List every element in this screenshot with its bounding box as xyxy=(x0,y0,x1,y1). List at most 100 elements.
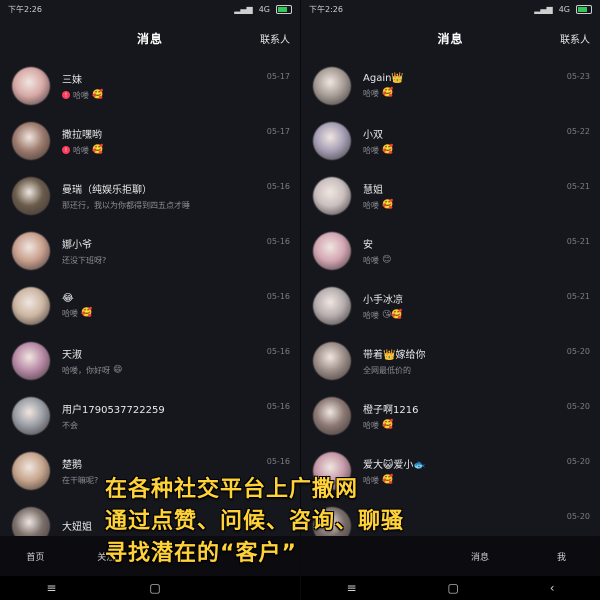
chat-name: 楚鹅 xyxy=(62,459,82,471)
caption-line: 通过点赞、问候、咨询、聊骚 xyxy=(105,509,405,534)
chat-name: 撒拉嘿哟 xyxy=(62,129,102,141)
chat-row[interactable]: 撒拉嘿哟 ! 哈喽 🥰 05-17 xyxy=(0,113,300,168)
chat-row[interactable]: Again👑 哈喽 🥰 05-23 xyxy=(301,58,600,113)
chat-preview: 还没下班呀? xyxy=(62,255,107,265)
chat-time: 05-21 xyxy=(566,237,590,246)
chat-time: 05-23 xyxy=(566,72,590,81)
chat-preview: 哈喽 xyxy=(363,200,379,210)
menu-icon[interactable]: ≡ xyxy=(346,581,356,595)
avatar xyxy=(313,396,351,435)
chat-time: 05-21 xyxy=(566,292,590,301)
nav-home[interactable]: 首页 xyxy=(26,550,44,563)
avatar xyxy=(12,176,50,215)
home-icon[interactable]: ▢ xyxy=(149,581,160,595)
contacts-link[interactable]: 联系人 xyxy=(560,31,590,46)
chat-time: 05-16 xyxy=(266,347,290,356)
chat-time: 05-21 xyxy=(566,182,590,191)
back-icon[interactable]: ‹ xyxy=(550,581,555,595)
chat-row[interactable]: 安 哈喽 😊 05-21 xyxy=(301,223,600,278)
status-bar: 下午2:26 ▂▄▆ 4G xyxy=(301,0,600,18)
chat-name: 小手冰凉 xyxy=(363,294,403,306)
chat-name: 爱大😺爱小🐟 xyxy=(363,459,426,471)
signal-icon: ▂▄▆ xyxy=(234,4,253,14)
unread-dot-icon: ! xyxy=(62,146,70,154)
chat-row[interactable]: 带着👑嫁给你 全网最低价的 05-20 xyxy=(301,333,600,388)
chat-row[interactable]: 小手冰凉 哈喽 😘🥰 05-21 xyxy=(301,278,600,333)
chat-preview: 哈喽 xyxy=(363,420,379,430)
header: 消息 联系人 xyxy=(301,18,600,58)
emoji-icon: 🥰 xyxy=(382,88,394,98)
emoji-icon: 😘🥰 xyxy=(382,310,403,320)
chat-name: 大妞姐 xyxy=(62,522,92,533)
unread-dot-icon: ! xyxy=(62,91,70,99)
header: 消息 联系人 xyxy=(0,18,300,58)
avatar xyxy=(12,66,50,105)
chat-time: 05-22 xyxy=(566,127,590,136)
chat-time: 05-16 xyxy=(266,292,290,301)
home-icon[interactable]: ▢ xyxy=(447,581,458,595)
chat-preview: 哈喽，你好呀 xyxy=(62,365,110,375)
emoji-icon: 🥰 xyxy=(382,200,394,210)
avatar xyxy=(313,231,351,270)
chat-name: 三妹 xyxy=(62,74,82,86)
chat-preview: 全网最低价的 xyxy=(363,365,411,375)
chat-row[interactable]: 用户1790537722259 不会 05-16 xyxy=(0,388,300,443)
caption-line: 寻找潜在的“客户” xyxy=(105,541,297,566)
chat-name: 安 xyxy=(363,239,373,251)
avatar xyxy=(313,66,351,105)
chat-preview: 哈喽 xyxy=(62,308,78,318)
chat-time: 05-17 xyxy=(266,72,290,81)
system-nav: ≡ ▢ ‹ xyxy=(301,576,600,600)
chat-preview: 不会 xyxy=(62,420,78,430)
chat-preview: 在干嘛呢? xyxy=(62,475,99,485)
avatar xyxy=(12,231,50,270)
chat-time: 05-16 xyxy=(266,182,290,191)
chat-row[interactable]: 曼瑞（纯娱乐拒聊） 那还行，我以为你都得到四五点才睡 05-16 xyxy=(0,168,300,223)
chat-row[interactable]: 天淑 哈喽，你好呀 😄 05-16 xyxy=(0,333,300,388)
network-label: 4G xyxy=(258,4,270,14)
chat-preview: 哈喽 xyxy=(73,145,89,155)
page-title: 消息 xyxy=(136,31,163,46)
battery-icon xyxy=(576,4,592,14)
chat-row[interactable]: 三妹 ! 哈喽 🥰 05-17 xyxy=(0,58,300,113)
page-title: 消息 xyxy=(437,31,464,46)
caption-line: 在各种社交平台上广撒网 xyxy=(105,477,359,502)
avatar xyxy=(313,121,351,160)
chat-row[interactable]: 娜小爷 还没下班呀? 05-16 xyxy=(0,223,300,278)
chat-time: 05-16 xyxy=(266,457,290,466)
battery-icon xyxy=(276,4,292,14)
chat-time: 05-16 xyxy=(266,237,290,246)
chat-name: 带着👑嫁给你 xyxy=(363,349,426,361)
caption-overlay: 在各种社交平台上广撒网 通过点赞、问候、咨询、聊骚 寻找潜在的“客户” xyxy=(105,474,575,570)
emoji-icon: 😊 xyxy=(382,255,392,265)
chat-row[interactable]: 橙子啊1216 哈喽 🥰 05-20 xyxy=(301,388,600,443)
chat-row[interactable]: 慧姐 哈喽 🥰 05-21 xyxy=(301,168,600,223)
chat-time: 05-20 xyxy=(566,457,590,466)
chat-row[interactable]: 😂 哈喽 🥰 05-16 xyxy=(0,278,300,333)
menu-icon[interactable]: ≡ xyxy=(46,581,56,595)
network-label: 4G xyxy=(558,4,570,14)
avatar xyxy=(313,176,351,215)
avatar xyxy=(12,451,50,490)
chat-preview: 哈喽 xyxy=(363,145,379,155)
avatar xyxy=(313,341,351,380)
chat-name: 娜小爷 xyxy=(62,239,92,251)
chat-preview: 哈喽 xyxy=(73,90,89,100)
chat-name: 😂 xyxy=(62,292,74,304)
system-nav: ≡ ▢ xyxy=(0,576,300,600)
chat-preview: 哈喽 xyxy=(363,88,379,98)
avatar xyxy=(12,121,50,160)
contacts-link[interactable]: 联系人 xyxy=(260,31,290,46)
emoji-icon: 🥰 xyxy=(81,308,93,318)
chat-name: 用户1790537722259 xyxy=(62,404,165,416)
signal-icon: ▂▄▆ xyxy=(534,4,553,14)
screenshot-stage: 下午2:26 ▂▄▆ 4G 消息 联系人 三妹 ! 哈喽 🥰 05-17 撒拉嘿… xyxy=(0,0,600,600)
chat-time: 05-20 xyxy=(566,402,590,411)
chat-name: 慧姐 xyxy=(363,184,383,196)
chat-row[interactable]: 小双 哈喽 🥰 05-22 xyxy=(301,113,600,168)
chat-name: 天淑 xyxy=(62,349,82,361)
chat-name: Again👑 xyxy=(363,72,404,84)
avatar xyxy=(12,341,50,380)
chat-time: 05-20 xyxy=(566,347,590,356)
avatar xyxy=(12,286,50,325)
